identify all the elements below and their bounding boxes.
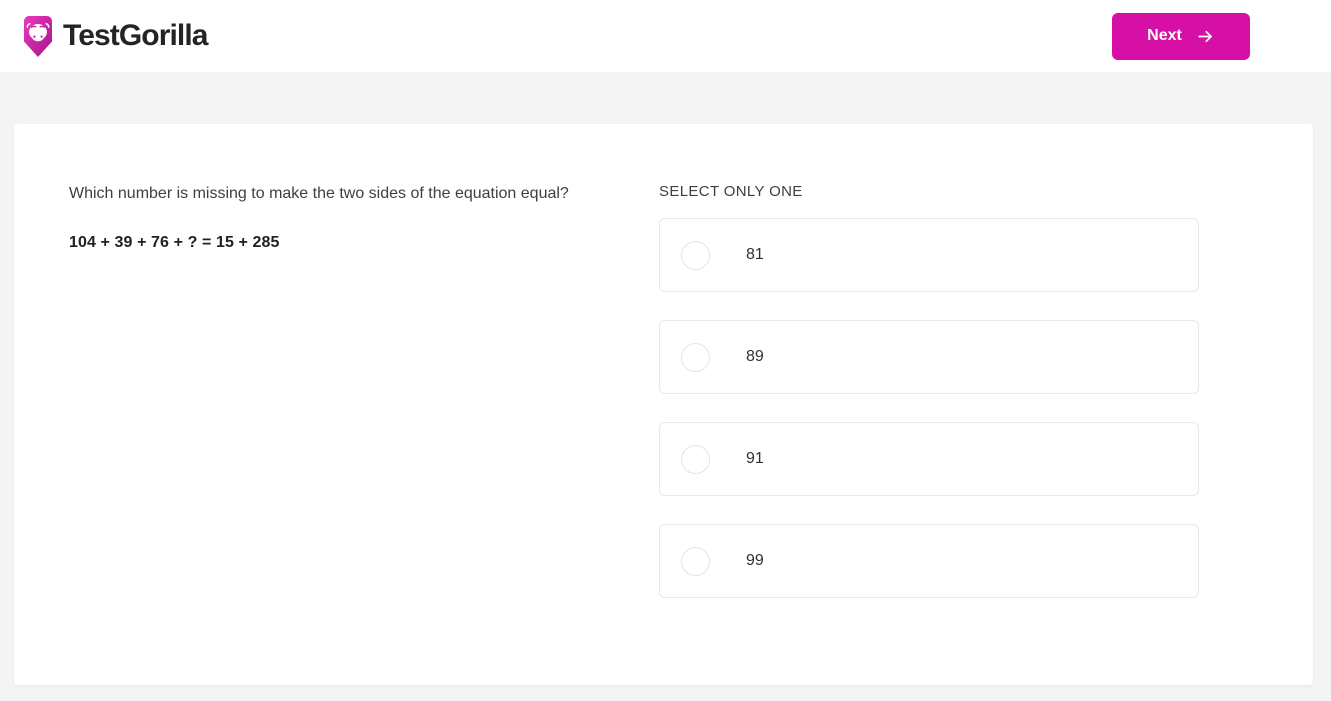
answer-option-label: 89 [746, 348, 764, 365]
answers-pane: SELECT ONLY ONE 81 89 91 99 [659, 179, 1257, 685]
gorilla-logo-icon [24, 16, 52, 57]
answer-option-1[interactable]: 81 [659, 218, 1199, 292]
answer-option-3[interactable]: 91 [659, 422, 1199, 496]
app-header: TestGorilla Next [0, 0, 1331, 72]
radio-button-icon[interactable] [681, 240, 710, 270]
answer-option-label: 99 [746, 552, 764, 569]
brand-logo: TestGorilla [20, 12, 208, 60]
answer-option-list: 81 89 91 99 [659, 218, 1257, 598]
radio-button-icon[interactable] [681, 444, 710, 474]
answer-option-label: 91 [746, 450, 764, 467]
question-prompt: Which number is missing to make the two … [69, 185, 569, 202]
arrow-right-icon [1198, 30, 1212, 42]
page-body: Which number is missing to make the two … [0, 72, 1331, 701]
radio-button-icon[interactable] [681, 342, 710, 372]
brand-name: TestGorilla [63, 19, 208, 52]
question-card: Which number is missing to make the two … [14, 124, 1313, 685]
next-button-label: Next [1147, 27, 1182, 44]
radio-button-icon[interactable] [681, 546, 710, 576]
prompt-pane: Which number is missing to make the two … [69, 179, 659, 685]
next-button[interactable]: Next [1112, 12, 1250, 60]
question-equation: 104 + 39 + 76 + ? = 15 + 285 [69, 234, 280, 251]
answer-option-2[interactable]: 89 [659, 320, 1199, 394]
answers-heading: SELECT ONLY ONE [659, 183, 803, 200]
answer-option-4[interactable]: 99 [659, 524, 1199, 598]
answer-option-label: 81 [746, 246, 764, 263]
